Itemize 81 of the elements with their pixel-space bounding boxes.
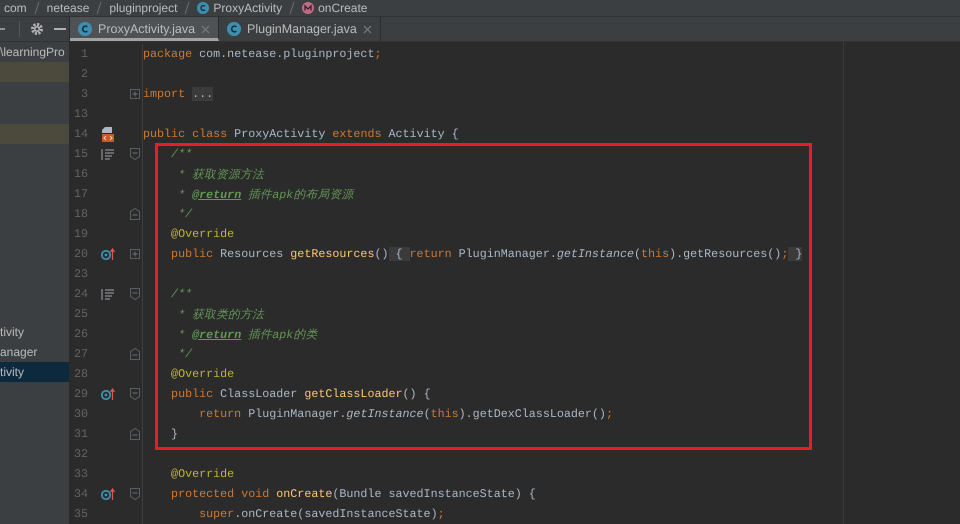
close-icon[interactable] xyxy=(201,24,210,34)
code-line: */ xyxy=(177,347,192,361)
code-line: /** xyxy=(170,147,192,161)
project-tree-item[interactable]: anager xyxy=(0,342,69,362)
line-number: 28 xyxy=(72,367,88,381)
class-icon xyxy=(78,22,92,36)
line-number: 30 xyxy=(72,407,88,421)
line-number: 3 xyxy=(80,87,88,101)
code-line: * @return 插件apk的类 xyxy=(177,326,318,342)
file-tab[interactable]: ProxyActivity.java xyxy=(70,17,220,41)
method-icon xyxy=(302,2,314,14)
project-tree-item[interactable]: tivity xyxy=(0,362,69,382)
override-icon[interactable] xyxy=(101,388,115,400)
line-number: 35 xyxy=(72,507,88,521)
code-line: /** xyxy=(170,287,192,301)
breadcrumb-item[interactable]: pluginproject xyxy=(109,1,178,15)
override-icon[interactable] xyxy=(101,488,115,500)
code-line: public Resources getResources() { return PluginManager.getInstance(this).getResources(); } xyxy=(170,247,802,261)
code-line: return PluginManager.getInstance(this).getDexClassLoader(); xyxy=(198,407,613,421)
fold-marker-icon[interactable] xyxy=(130,488,140,500)
line-number: 14 xyxy=(72,127,88,141)
code-line: package com.netease.pluginproject; xyxy=(143,47,382,61)
line-number: 24 xyxy=(72,287,88,301)
class-icon xyxy=(197,2,210,14)
code-line: * @return 插件apk的布局资源 xyxy=(177,186,354,202)
fold-marker-icon[interactable] xyxy=(130,388,140,400)
code-line: */ xyxy=(177,207,192,221)
slash-icon xyxy=(32,1,41,15)
line-number: 25 xyxy=(72,307,88,321)
breadcrumb-item[interactable]: com xyxy=(4,1,27,15)
fold-marker-icon[interactable] xyxy=(130,288,140,300)
code-line: @Override xyxy=(170,467,234,481)
line-number: 18 xyxy=(72,207,88,221)
line-number: 15 xyxy=(72,147,88,161)
expand-icon[interactable] xyxy=(130,89,140,99)
line-number: 20 xyxy=(72,247,88,261)
code-line: @Override xyxy=(170,367,234,381)
code-line: import ... xyxy=(143,87,214,101)
line-number: 32 xyxy=(72,447,88,461)
line-number: 34 xyxy=(72,487,88,501)
line-number: 33 xyxy=(72,467,88,481)
expand-icon[interactable] xyxy=(130,249,140,259)
fold-marker-icon[interactable] xyxy=(130,348,140,360)
breadcrumb-item[interactable]: onCreate xyxy=(302,1,368,15)
code-line: * 获取类的方法 xyxy=(177,306,264,322)
code-line: @Override xyxy=(170,227,234,241)
code-line: public class ProxyActivity extends Activity { xyxy=(143,127,459,141)
file-tab[interactable]: PluginManager.java xyxy=(219,17,381,41)
close-icon[interactable] xyxy=(362,24,372,34)
line-number: 2 xyxy=(80,67,88,81)
line-number: 27 xyxy=(72,347,88,361)
code-line: * 获取资源方法 xyxy=(177,166,264,182)
doc-lines-icon[interactable] xyxy=(101,288,115,300)
code-line: public ClassLoader getClassLoader() { xyxy=(170,387,431,401)
line-number: 19 xyxy=(72,227,88,241)
project-tree-item[interactable]: \learningPro xyxy=(0,42,69,62)
slash-icon xyxy=(95,1,104,15)
breadcrumb-item[interactable]: ProxyActivity xyxy=(197,1,282,15)
fold-marker-icon[interactable] xyxy=(130,208,140,220)
slash-icon xyxy=(288,1,296,15)
line-number: 26 xyxy=(72,327,88,341)
doc-lines-icon[interactable] xyxy=(101,148,115,160)
line-number: 31 xyxy=(72,427,88,441)
line-number: 23 xyxy=(72,267,88,281)
line-number: 17 xyxy=(72,187,88,201)
fold-marker-icon[interactable] xyxy=(130,148,140,160)
line-number: 29 xyxy=(72,387,88,401)
line-number: 16 xyxy=(72,167,88,181)
code-line: protected void onCreate(Bundle savedInstanceState) { xyxy=(170,487,536,501)
code-line: super.onCreate(savedInstanceState); xyxy=(198,507,445,521)
code-line: } xyxy=(170,427,178,441)
project-tree-item[interactable]: tivity xyxy=(0,322,69,342)
fold-marker-icon[interactable] xyxy=(130,428,140,440)
line-number: 1 xyxy=(80,47,88,61)
breadcrumb-item[interactable]: netease xyxy=(46,1,90,15)
slash-icon xyxy=(183,1,192,15)
layout-icon[interactable] xyxy=(101,126,115,142)
override-icon[interactable] xyxy=(101,248,115,260)
settings-icon[interactable] xyxy=(30,22,44,36)
class-icon xyxy=(227,22,242,36)
line-number: 13 xyxy=(72,107,88,121)
